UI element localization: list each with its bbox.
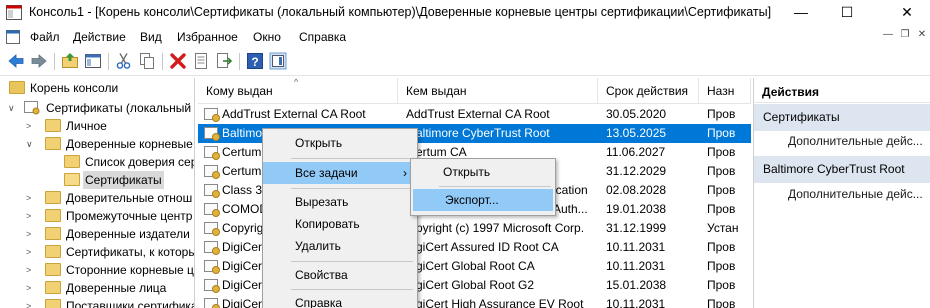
- more-actions-link[interactable]: Дополнительные дейс...: [788, 187, 923, 201]
- console-tree: Корень консоли ∨ Сертификаты (локальный …: [0, 78, 195, 308]
- certificate-snapin-icon: [24, 101, 40, 115]
- show-hide-tree-icon[interactable]: [84, 52, 102, 70]
- submenu-open[interactable]: Открыть: [411, 161, 555, 183]
- delete-icon[interactable]: [169, 52, 187, 70]
- menu-file[interactable]: Файл: [30, 30, 60, 44]
- column-header-expiration[interactable]: Срок действия: [598, 78, 699, 104]
- menu-separator: [291, 289, 413, 290]
- context-menu: Открыть Все задачи › Вырезать Копировать…: [262, 128, 418, 308]
- toolbar-separator: [162, 53, 163, 70]
- certificate-icon: [204, 260, 220, 274]
- more-actions-link[interactable]: Дополнительные дейс...: [788, 134, 923, 148]
- actions-pane: Действия Сертификаты Дополнительные дейс…: [753, 78, 930, 308]
- chevron-down-icon[interactable]: ∨: [8, 104, 17, 113]
- toolbar-separator: [239, 53, 240, 70]
- menu-view[interactable]: Вид: [140, 30, 162, 44]
- certificate-icon: [204, 146, 220, 160]
- folder-open-icon: [45, 137, 61, 150]
- help-icon[interactable]: ?: [246, 52, 264, 70]
- folder-icon: [45, 227, 61, 240]
- menu-separator: [291, 158, 413, 159]
- menu-favorites[interactable]: Избранное: [177, 30, 238, 44]
- folder-icon: [45, 191, 61, 204]
- chevron-right-icon[interactable]: >: [26, 266, 35, 275]
- menu-action[interactable]: Действие: [73, 30, 126, 44]
- folder-open-icon: [64, 173, 80, 186]
- folder-icon: [45, 299, 61, 308]
- chevron-right-icon[interactable]: >: [26, 302, 35, 308]
- toolbar-separator: [54, 53, 55, 70]
- certificate-icon: [204, 203, 220, 217]
- toolbar: ?: [0, 48, 930, 76]
- certificate-icon: [204, 279, 220, 293]
- actions-title: Действия: [754, 81, 930, 103]
- svg-text:?: ?: [251, 55, 258, 69]
- ctx-help[interactable]: Справка: [263, 292, 417, 308]
- maximize-button[interactable]: ☐: [824, 0, 870, 26]
- folder-icon: [9, 81, 25, 94]
- menu-help[interactable]: Справка: [299, 30, 346, 44]
- submenu-export[interactable]: Экспорт...: [413, 189, 553, 211]
- mdi-minimize-button[interactable]: —: [881, 30, 895, 42]
- certificate-icon: [204, 298, 220, 308]
- folder-icon: [45, 281, 61, 294]
- folder-icon: [45, 119, 61, 132]
- mmc-app-icon: [6, 5, 22, 20]
- certificate-icon: [204, 222, 220, 236]
- mdi-restore-button[interactable]: ❐: [898, 30, 912, 42]
- close-button[interactable]: ✕: [884, 0, 930, 26]
- forward-arrow-icon[interactable]: [30, 52, 48, 70]
- ctx-all-tasks[interactable]: Все задачи ›: [263, 162, 417, 184]
- sort-ascending-icon: ^: [294, 78, 299, 87]
- show-hide-action-pane-icon[interactable]: [269, 52, 287, 70]
- certificate-icon: [204, 184, 220, 198]
- folder-icon: [64, 155, 80, 168]
- menu-separator: [291, 188, 413, 189]
- minimize-button[interactable]: —: [778, 0, 824, 26]
- ctx-cut[interactable]: Вырезать: [263, 191, 417, 213]
- toolbar-separator: [108, 53, 109, 70]
- up-folder-icon[interactable]: [61, 52, 79, 70]
- window-title: Консоль1 - [Корень консоли\Сертификаты (…: [29, 5, 772, 19]
- console-window-icon[interactable]: [6, 30, 20, 44]
- chevron-right-icon[interactable]: >: [26, 194, 35, 203]
- menu-separator: [291, 261, 413, 262]
- certificate-icon: [204, 108, 220, 122]
- actions-section-selected-cert[interactable]: Baltimore CyberTrust Root: [754, 156, 930, 183]
- chevron-right-icon[interactable]: >: [26, 122, 35, 131]
- actions-section-certificates[interactable]: Сертификаты: [754, 104, 930, 131]
- column-header-purposes[interactable]: Назн: [699, 78, 751, 104]
- back-arrow-icon[interactable]: [7, 52, 25, 70]
- menu-window[interactable]: Окно: [253, 30, 281, 44]
- certificate-icon: [204, 127, 220, 141]
- folder-icon: [45, 209, 61, 222]
- export-list-icon[interactable]: [215, 52, 233, 70]
- ctx-delete[interactable]: Удалить: [263, 235, 417, 257]
- cut-icon[interactable]: [115, 52, 133, 70]
- table-row[interactable]: AddTrust External CA Root AddTrust Exter…: [198, 105, 751, 124]
- folder-icon: [45, 263, 61, 276]
- ctx-copy[interactable]: Копировать: [263, 213, 417, 235]
- ctx-properties[interactable]: Свойства: [263, 264, 417, 286]
- chevron-right-icon[interactable]: >: [26, 230, 35, 239]
- chevron-right-icon[interactable]: >: [26, 212, 35, 221]
- copy-icon[interactable]: [138, 52, 156, 70]
- chevron-right-icon: ›: [403, 166, 407, 180]
- all-tasks-submenu: Открыть Экспорт...: [410, 158, 556, 216]
- certificate-icon: [204, 165, 220, 179]
- folder-icon: [45, 245, 61, 258]
- ctx-open[interactable]: Открыть: [263, 132, 417, 154]
- menu-bar: Файл Действие Вид Избранное Окно Справка…: [0, 26, 930, 48]
- chevron-right-icon[interactable]: >: [26, 284, 35, 293]
- certificate-icon: [204, 241, 220, 255]
- column-header-issued-to[interactable]: Кому выдан ^: [198, 78, 398, 104]
- chevron-right-icon[interactable]: >: [26, 248, 35, 257]
- properties-icon[interactable]: [192, 52, 210, 70]
- mdi-close-button[interactable]: ✕: [915, 30, 929, 42]
- column-header-issued-by[interactable]: Кем выдан: [398, 78, 598, 104]
- chevron-down-icon[interactable]: ∨: [26, 140, 35, 149]
- menu-separator: [439, 186, 551, 187]
- title-bar: Консоль1 - [Корень консоли\Сертификаты (…: [0, 0, 930, 26]
